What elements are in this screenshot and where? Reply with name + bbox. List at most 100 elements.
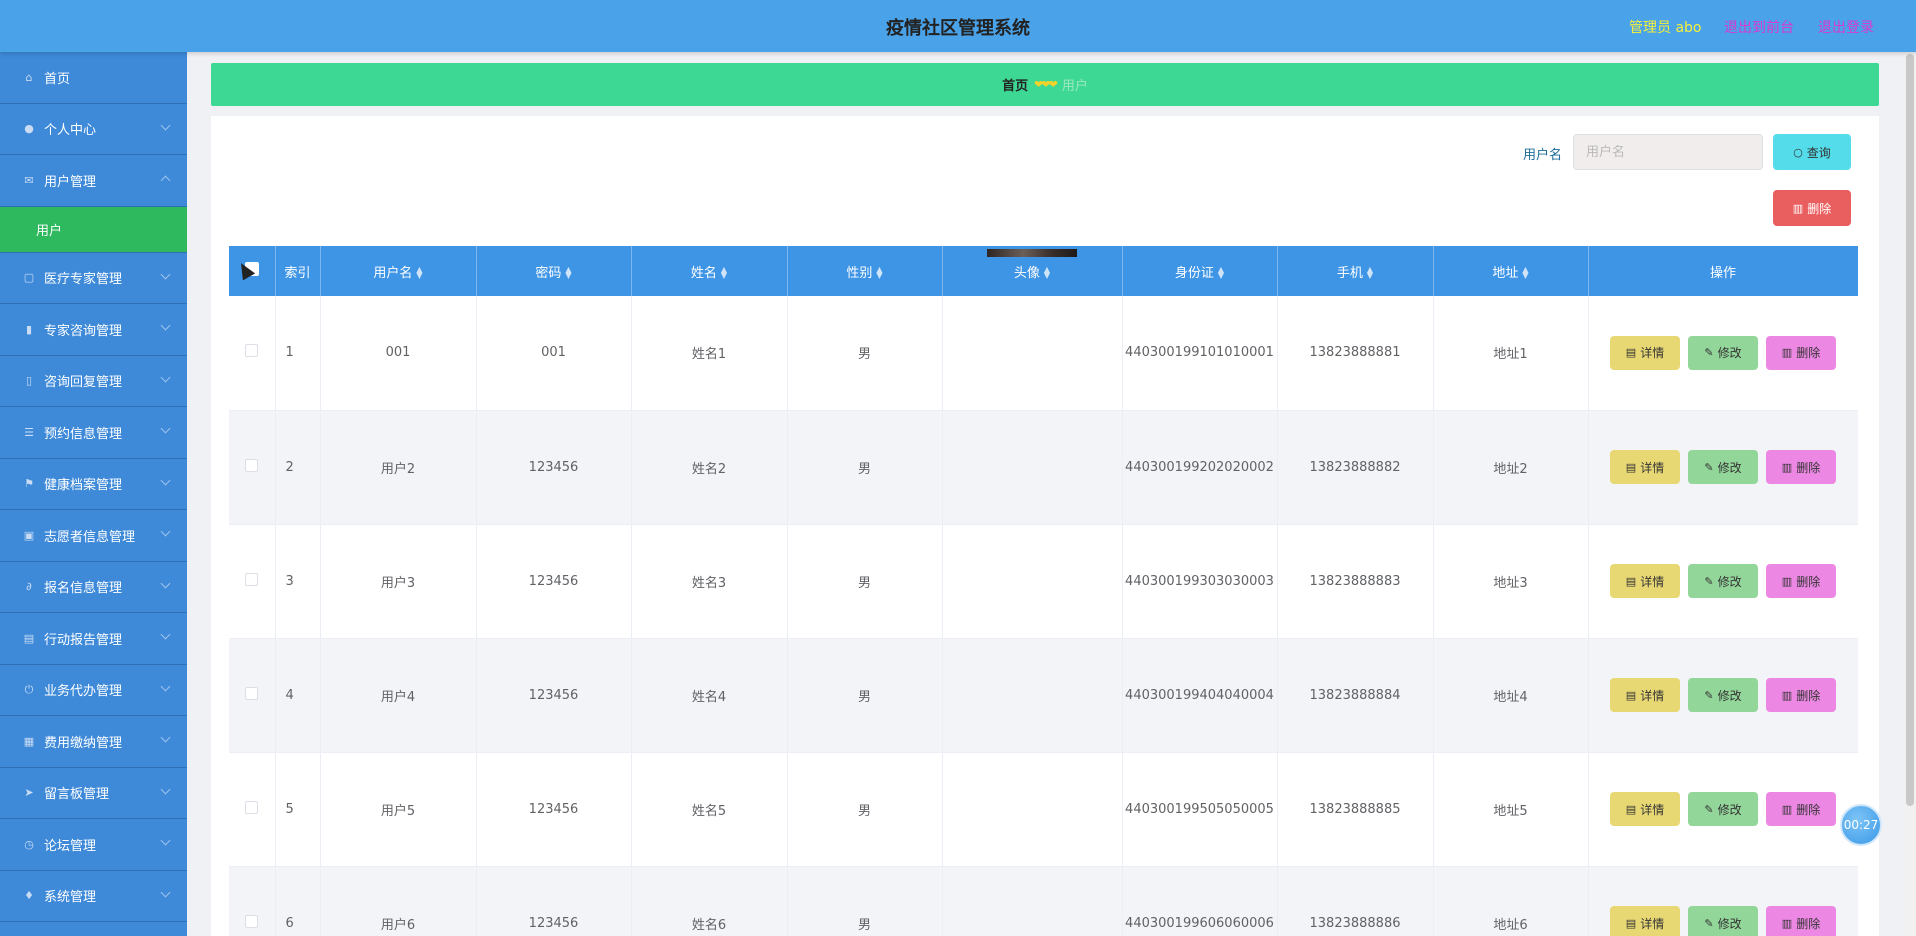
cell-name: 姓名5 — [631, 752, 788, 867]
username-search-input[interactable] — [1573, 134, 1763, 170]
sidebar-item-experts[interactable]: ▢ 医疗专家管理 — [0, 252, 187, 304]
row-checkbox[interactable] — [245, 914, 259, 928]
column-header-name[interactable]: 姓名 ▲ ▼ — [631, 246, 788, 296]
sidebar-item-volunteers[interactable]: ▣ 志愿者信息管理 — [0, 510, 187, 562]
delete-button-label: 删除 — [1796, 574, 1821, 589]
edit-button[interactable]: ✎ 修改 — [1688, 335, 1758, 370]
cell-actions: ▤ 详情 ✎ 修改 ▥ 删除 — [1588, 524, 1858, 639]
cell-id-card: 440300199202020002 — [1122, 410, 1278, 525]
chevron-down-icon — [160, 784, 171, 794]
heart-separator-icon: ❤❤❤ — [1034, 78, 1058, 91]
sidebar-item-health-records[interactable]: ⚑ 健康档案管理 — [0, 458, 187, 510]
edit-button-label: 修改 — [1717, 574, 1742, 589]
sidebar-subitem-users[interactable]: 用户 — [0, 206, 187, 253]
column-header-address[interactable]: 地址 ▲ ▼ — [1433, 246, 1589, 296]
detail-button[interactable]: ▤ 详情 — [1610, 792, 1680, 826]
delete-button[interactable]: ▥ 删除 — [1766, 906, 1836, 936]
row-checkbox[interactable] — [245, 800, 259, 814]
trash-icon: ▥ — [1781, 916, 1793, 930]
sort-icon[interactable]: ▲ ▼ — [1522, 266, 1528, 280]
cell-gender: 男 — [787, 524, 943, 639]
row-checkbox[interactable] — [245, 344, 259, 358]
sidebar-item-home[interactable]: ⌂ 首页 — [0, 52, 187, 104]
cell-actions: ▤ 详情 ✎ 修改 ▥ 删除 — [1588, 410, 1858, 525]
delete-button-label: 删除 — [1796, 802, 1821, 817]
column-header-id-card[interactable]: 身份证 ▲ ▼ — [1122, 246, 1278, 296]
sidebar-item-user-management[interactable]: ✉ 用户管理 — [0, 155, 187, 207]
edit-button[interactable]: ✎ 修改 — [1688, 792, 1758, 826]
column-header-phone[interactable]: 手机 ▲ ▼ — [1277, 246, 1434, 296]
cell-address: 地址6 — [1433, 866, 1589, 936]
breadcrumb-home[interactable]: 首页 — [1002, 75, 1028, 94]
edit-button[interactable]: ✎ 修改 — [1688, 678, 1758, 712]
scrollbar-thumb[interactable] — [1906, 54, 1914, 806]
logout-link[interactable]: 退出登录 — [1818, 17, 1874, 37]
sidebar-item-replies[interactable]: ▯ 咨询回复管理 — [0, 355, 187, 407]
detail-button[interactable]: ▤ 详情 — [1610, 678, 1680, 712]
cell-actions: ▤ 详情 ✎ 修改 ▥ 删除 — [1588, 866, 1858, 936]
cell-phone: 13823888884 — [1277, 638, 1434, 753]
row-select-cell — [229, 296, 276, 411]
batch-delete-button[interactable]: ▥ 删除 — [1773, 190, 1851, 226]
sidebar-item-label: 志愿者信息管理 — [44, 529, 136, 545]
row-checkbox[interactable] — [245, 458, 259, 472]
printer-icon: ▤ — [23, 631, 35, 645]
timer-bubble[interactable]: 00:27 — [1840, 804, 1882, 846]
delete-button[interactable]: ▥ 删除 — [1766, 678, 1836, 712]
sort-icon[interactable]: ▲ ▼ — [565, 266, 571, 280]
cell-username: 用户6 — [320, 866, 477, 936]
cell-phone: 13823888881 — [1277, 296, 1434, 411]
sidebar-item-messages[interactable]: ➤ 留言板管理 — [0, 767, 187, 819]
column-header-label: 用户名 — [373, 265, 413, 281]
delete-button[interactable]: ▥ 删除 — [1766, 792, 1836, 826]
column-header-gender[interactable]: 性别 ▲ ▼ — [787, 246, 943, 296]
sort-icon[interactable]: ▲ ▼ — [721, 266, 727, 280]
sidebar-item-payments[interactable]: ▦ 费用缴纳管理 — [0, 716, 187, 768]
row-checkbox[interactable] — [245, 686, 259, 700]
sidebar-item-agency[interactable]: ⏻ 业务代办管理 — [0, 664, 187, 716]
column-header-username[interactable]: 用户名 ▲ ▼ — [320, 246, 477, 296]
row-select-cell — [229, 410, 276, 525]
search-icon: ○ — [1793, 145, 1803, 159]
row-checkbox[interactable] — [245, 572, 259, 586]
sidebar-item-label: 行动报告管理 — [44, 632, 123, 648]
page-scrollbar[interactable] — [1904, 52, 1916, 936]
cell-address: 地址4 — [1433, 638, 1589, 753]
sidebar-item-profile[interactable]: ● 个人中心 — [0, 103, 187, 155]
cell-name: 姓名4 — [631, 638, 788, 753]
cell-username: 001 — [320, 296, 477, 411]
sidebar-item-label: 医疗专家管理 — [44, 272, 123, 288]
cell-password: 123456 — [476, 524, 632, 639]
sort-icon[interactable]: ▲ ▼ — [1044, 266, 1050, 280]
column-header-password[interactable]: 密码 ▲ ▼ — [476, 246, 632, 296]
cell-username: 用户2 — [320, 410, 477, 525]
cell-gender: 男 — [787, 866, 943, 936]
sidebar: ⌂ 首页 ● 个人中心 ✉ 用户管理 用户 ▢ 医疗专家管理 ▮ 专家咨询管理 … — [0, 52, 187, 936]
delete-button[interactable]: ▥ 删除 — [1766, 450, 1836, 484]
back-to-front-link[interactable]: 退出到前台 — [1724, 17, 1794, 37]
detail-button[interactable]: ▤ 详情 — [1610, 450, 1680, 484]
sort-icon[interactable]: ▲ ▼ — [1367, 266, 1373, 280]
detail-button[interactable]: ▤ 详情 — [1610, 335, 1680, 370]
sidebar-item-system[interactable]: ♦ 系统管理 — [0, 870, 187, 922]
cell-name: 姓名1 — [631, 296, 788, 411]
edit-button[interactable]: ✎ 修改 — [1688, 450, 1758, 484]
sidebar-item-consultation[interactable]: ▮ 专家咨询管理 — [0, 304, 187, 356]
batch-delete-label: 删除 — [1807, 201, 1832, 216]
sort-icon[interactable]: ▲ ▼ — [1218, 266, 1224, 280]
sidebar-item-registrations[interactable]: ∂ 报名信息管理 — [0, 561, 187, 613]
edit-button[interactable]: ✎ 修改 — [1688, 906, 1758, 936]
sidebar-item-forum[interactable]: ◷ 论坛管理 — [0, 819, 187, 871]
sort-icon[interactable]: ▲ ▼ — [876, 266, 882, 280]
edit-button[interactable]: ✎ 修改 — [1688, 564, 1758, 598]
detail-button[interactable]: ▤ 详情 — [1610, 906, 1680, 936]
sidebar-item-action-reports[interactable]: ▤ 行动报告管理 — [0, 613, 187, 665]
chevron-down-icon — [160, 269, 171, 279]
sort-icon[interactable]: ▲ ▼ — [416, 266, 422, 280]
delete-button[interactable]: ▥ 删除 — [1766, 564, 1836, 598]
sidebar-item-appointments[interactable]: ☰ 预约信息管理 — [0, 407, 187, 459]
query-button[interactable]: ○ 查询 — [1773, 134, 1851, 170]
detail-button[interactable]: ▤ 详情 — [1610, 564, 1680, 598]
document-icon: ▤ — [1625, 916, 1637, 930]
delete-button[interactable]: ▥ 删除 — [1766, 335, 1836, 370]
